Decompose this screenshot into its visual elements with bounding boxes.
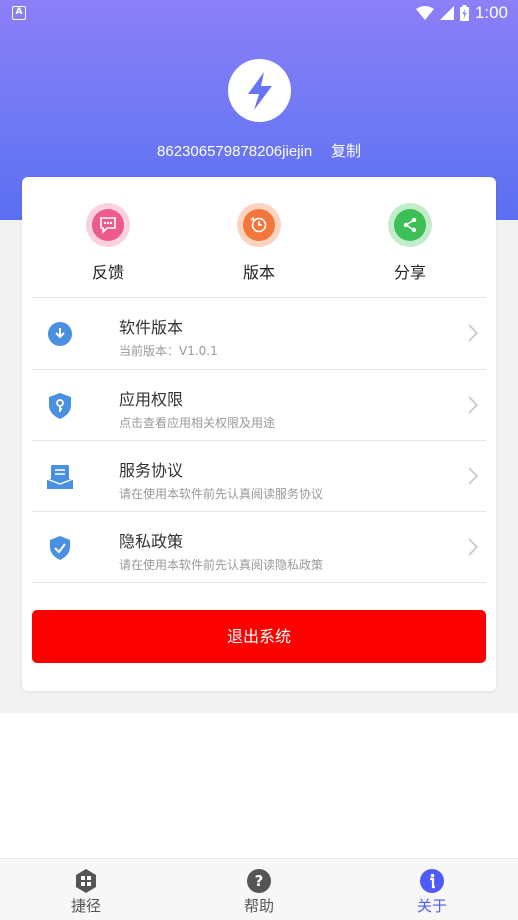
copy-button[interactable]: 复制 <box>331 142 361 160</box>
settings-row-version[interactable]: 软件版本 当前版本：V1.0.1 <box>32 298 486 369</box>
chevron-right-icon <box>468 396 478 414</box>
feedback-label: 反馈 <box>91 263 124 282</box>
tab-help[interactable]: ? 帮助 <box>219 869 299 916</box>
help-icon: ? <box>247 869 271 893</box>
document-icon <box>47 465 73 489</box>
tab-label: 捷径 <box>70 897 101 915</box>
share-icon <box>403 217 417 233</box>
status-bar: A 1:00 <box>0 0 518 28</box>
divider <box>32 582 486 583</box>
signal-icon <box>439 6 454 20</box>
row-subtitle: 当前版本：V1.0.1 <box>119 344 218 358</box>
row-title: 应用权限 <box>119 390 184 409</box>
version-button[interactable]: 版本 <box>219 203 299 283</box>
share-label: 分享 <box>393 263 426 282</box>
share-button[interactable]: 分享 <box>370 203 450 283</box>
feedback-icon <box>100 217 116 234</box>
feedback-button[interactable]: 反馈 <box>68 203 148 283</box>
row-subtitle: 请在使用本软件前先认真阅读服务协议 <box>119 487 324 501</box>
bottom-tab-bar: 捷径 ? 帮助 关于 <box>0 858 518 920</box>
row-title: 服务协议 <box>119 461 184 480</box>
check-shield-icon <box>50 536 70 560</box>
device-id-row: 862306579878206jiejin 复制 <box>0 140 518 161</box>
tab-about[interactable]: 关于 <box>392 869 472 916</box>
settings-row-privacy[interactable]: 隐私政策 请在使用本软件前先认真阅读隐私政策 <box>32 512 486 583</box>
chevron-right-icon <box>468 324 478 342</box>
logout-button[interactable]: 退出系统 <box>32 610 486 663</box>
clock: 1:00 <box>474 3 508 22</box>
row-subtitle: 点击查看应用相关权限及用途 <box>119 416 276 430</box>
about-card: 反馈 版本 分享 软件版本 当前版本：V1.0.1 应用权限 点击查看应用相关权… <box>22 177 496 691</box>
row-title: 软件版本 <box>119 318 184 337</box>
download-icon <box>48 322 72 346</box>
tab-label: 帮助 <box>243 897 274 915</box>
lightning-icon <box>247 71 272 110</box>
notification-icon: A <box>12 6 26 20</box>
chevron-right-icon <box>468 467 478 485</box>
row-title: 隐私政策 <box>119 532 184 551</box>
battery-icon <box>459 5 469 21</box>
settings-row-permissions[interactable]: 应用权限 点击查看应用相关权限及用途 <box>32 370 486 441</box>
tab-label: 关于 <box>416 897 447 915</box>
settings-row-terms[interactable]: 服务协议 请在使用本软件前先认真阅读服务协议 <box>32 441 486 512</box>
wifi-icon <box>415 6 434 20</box>
svg-text:?: ? <box>255 872 264 890</box>
chevron-right-icon <box>468 538 478 556</box>
version-label: 版本 <box>242 263 275 282</box>
tab-shortcut[interactable]: 捷径 <box>46 869 126 916</box>
shortcut-icon <box>76 869 96 893</box>
key-shield-icon <box>49 393 71 419</box>
version-icon <box>250 216 267 233</box>
row-subtitle: 请在使用本软件前先认真阅读隐私政策 <box>119 558 324 572</box>
app-logo <box>228 59 291 122</box>
info-icon <box>420 869 444 893</box>
device-id: 862306579878206jiejin <box>157 143 313 160</box>
